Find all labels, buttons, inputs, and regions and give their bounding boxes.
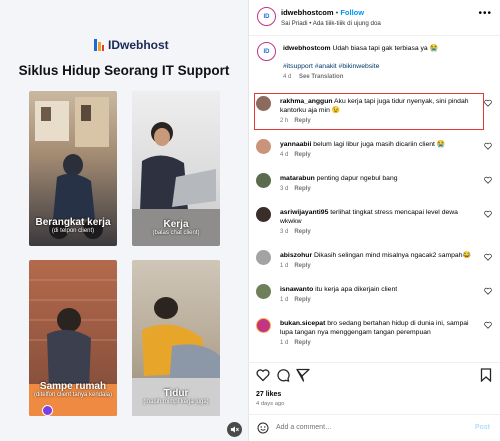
- panel-subtitle: (di telpon client): [51, 228, 95, 234]
- caption-time: 4 d: [283, 74, 292, 80]
- avatar[interactable]: [256, 284, 271, 299]
- heart-icon[interactable]: [484, 210, 492, 218]
- brand-logo-icon: [94, 39, 104, 51]
- avatar[interactable]: [256, 318, 271, 333]
- panel-title: Tidur: [163, 388, 189, 399]
- comment-time: 1 d: [280, 263, 289, 269]
- panel-caption: Sampe rumah (ditelfon client tanya kenda…: [29, 381, 117, 398]
- panel-caption: Tidur (masih mimpi kerja juga): [132, 388, 220, 405]
- comment-text: Dikasih selingan mind misalnya ngacak2 s…: [314, 252, 471, 259]
- brand-logo-icon: ID: [263, 48, 270, 55]
- panel-tidur: Tidur (masih mimpi kerja juga): [132, 260, 220, 416]
- action-bar: [256, 368, 496, 382]
- heart-icon[interactable]: [484, 176, 492, 184]
- comment-time: 3 d: [280, 186, 289, 192]
- brand-logo-icon: ID: [263, 13, 270, 20]
- avatar[interactable]: [256, 139, 271, 154]
- comment-username[interactable]: rakhma_anggun: [280, 98, 333, 105]
- header-location[interactable]: Sai Priadi • Ada tiiik-tiiik di ujung do…: [281, 20, 381, 27]
- panel-caption: Berangkat kerja (di telpon client): [29, 217, 117, 234]
- speaker-muted-icon: [230, 426, 239, 433]
- panel-title: Sampe rumah: [39, 381, 107, 392]
- comment-username[interactable]: bukan.sicepat: [280, 320, 325, 327]
- avatar[interactable]: [256, 250, 271, 265]
- header-separator: •: [335, 8, 339, 17]
- likes-count[interactable]: 27 likes: [256, 391, 281, 398]
- avatar[interactable]: ID: [257, 42, 276, 61]
- brand-logo: IDwebhost: [94, 38, 169, 52]
- avatar[interactable]: [256, 207, 271, 222]
- reply-button[interactable]: Reply: [294, 340, 310, 346]
- comment-input[interactable]: Add a comment…: [276, 424, 332, 431]
- comment-username[interactable]: isnawanto: [280, 286, 313, 293]
- avatar[interactable]: [256, 173, 271, 188]
- comment-username[interactable]: yannaabii: [280, 141, 311, 148]
- comment-time: 4 d: [280, 152, 289, 158]
- caption-hashtags[interactable]: #itsupport #anakit #bikinwebsite: [283, 62, 483, 71]
- panel-title: Kerja: [163, 219, 189, 230]
- brand-name: IDwebhost: [108, 38, 169, 52]
- post-header: ID idwebhostcom • Follow Sai Priadi • Ad…: [249, 0, 500, 36]
- like-heart-icon[interactable]: [256, 368, 270, 382]
- bookmark-icon[interactable]: [480, 368, 492, 382]
- panel-subtitle: (ditelfon client tanya kendala): [33, 392, 113, 398]
- heart-icon[interactable]: [484, 99, 492, 107]
- post-image[interactable]: IDwebhost Siklus Hidup Seorang IT Suppor…: [0, 0, 248, 441]
- more-options-icon[interactable]: •••: [478, 8, 492, 19]
- reply-button[interactable]: Reply: [294, 186, 310, 192]
- carousel-indicator-icon[interactable]: [42, 405, 53, 416]
- follow-button[interactable]: Follow: [340, 8, 364, 17]
- share-icon[interactable]: [296, 368, 310, 382]
- panel-subtitle: (masih mimpi kerja juga): [143, 399, 209, 405]
- heart-icon[interactable]: [484, 321, 492, 329]
- reply-button[interactable]: Reply: [294, 118, 310, 124]
- comment-username[interactable]: asriwijayanti95: [280, 209, 328, 216]
- panel-caption: Kerja (balas chat client): [132, 219, 220, 236]
- reply-button[interactable]: Reply: [294, 152, 310, 158]
- emoji-icon[interactable]: [257, 422, 269, 434]
- post-headline: Siklus Hidup Seorang IT Support: [18, 63, 230, 78]
- panel-sampe-rumah: Sampe rumah (ditelfon client tanya kenda…: [29, 260, 117, 416]
- heart-icon[interactable]: [484, 287, 492, 295]
- panel-berangkat: Berangkat kerja (di telpon client): [29, 91, 117, 246]
- panel-title: Berangkat kerja: [35, 217, 111, 228]
- heart-icon[interactable]: [484, 142, 492, 150]
- mute-button[interactable]: [227, 422, 242, 437]
- caption-username[interactable]: idwebhostcom: [283, 45, 331, 52]
- header-username[interactable]: idwebhostcom: [281, 8, 334, 17]
- post-date: 4 days ago: [256, 401, 285, 407]
- avatar[interactable]: [256, 96, 271, 111]
- post-button[interactable]: Post: [475, 424, 490, 431]
- comment-time: 3 d: [280, 229, 289, 235]
- panel-kerja: Kerja (balas chat client): [132, 91, 220, 246]
- avatar[interactable]: ID: [257, 7, 276, 26]
- comment-text: belum lagi libur juga masih dicariin cli…: [313, 141, 446, 148]
- add-comment-bar: Add a comment… Post: [248, 414, 500, 441]
- see-translation-link[interactable]: See Translation: [299, 74, 343, 80]
- comment-text: penting dapur ngebul bang: [316, 175, 398, 182]
- heart-icon[interactable]: [484, 253, 492, 261]
- comment-username[interactable]: abiszohur: [280, 252, 312, 259]
- comment-time: 1 d: [280, 297, 289, 303]
- comment-time: 1 d: [280, 340, 289, 346]
- reply-button[interactable]: Reply: [294, 297, 310, 303]
- comment-username[interactable]: matarabun: [280, 175, 315, 182]
- reply-button[interactable]: Reply: [294, 263, 310, 269]
- reply-button[interactable]: Reply: [294, 229, 310, 235]
- comment-icon[interactable]: [276, 368, 290, 382]
- comment-text: itu kerja apa dikerjain client: [315, 286, 398, 293]
- caption-text: Udah biasa tapi gak terbiasa ya 😭: [332, 45, 439, 52]
- comment-time: 2 h: [280, 118, 289, 124]
- panel-subtitle: (balas chat client): [152, 230, 200, 236]
- divider: [248, 362, 500, 363]
